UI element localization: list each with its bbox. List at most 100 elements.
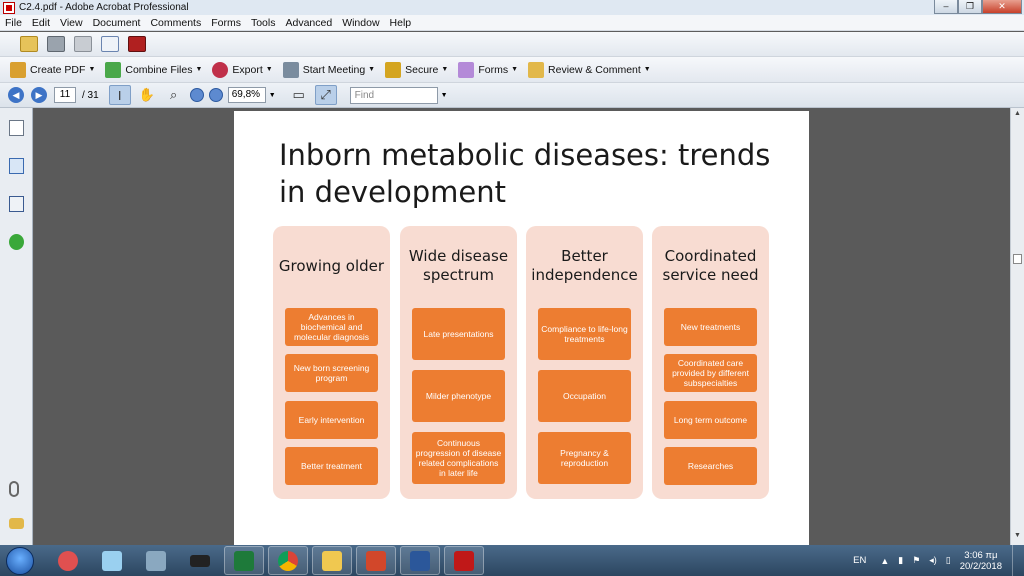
list-item: Long term outcome [664,401,757,439]
show-hidden-icons-icon[interactable]: ▲ [880,556,889,566]
menu-advanced[interactable]: Advanced [280,17,337,29]
menu-file[interactable]: File [0,17,27,29]
save-icon[interactable] [74,36,92,52]
fit-width-icon[interactable]: ⤢ [314,85,337,105]
menu-edit[interactable]: Edit [27,17,55,29]
open-folder-icon[interactable] [20,36,38,52]
export-icon [212,61,229,78]
email-icon[interactable] [101,36,119,52]
comments-icon[interactable] [9,518,24,529]
previous-page-icon[interactable]: ◀ [8,87,24,103]
menu-view[interactable]: View [55,17,88,29]
clock-time: 3:06 πμ [964,549,998,561]
menu-tools[interactable]: Tools [246,17,281,29]
minimize-button[interactable]: – [934,0,958,14]
page-number-input[interactable]: 11 [54,87,76,103]
chevron-down-icon: ▼ [195,66,203,73]
show-desktop-button[interactable] [1012,545,1024,576]
help-icon[interactable] [9,234,24,250]
menu-comments[interactable]: Comments [145,17,206,29]
taskbar-word[interactable] [400,546,440,575]
restore-button[interactable]: ❐ [958,0,982,14]
taskbar-app[interactable] [48,546,88,575]
select-tool-icon[interactable]: I [108,85,131,105]
taskbar-explorer[interactable] [312,546,352,575]
app-icon [58,550,78,571]
send-icon[interactable] [128,36,146,52]
powerpoint-icon [366,550,386,571]
zoom-level-input[interactable]: 69,8% [227,87,266,103]
column-heading: Better independence [531,247,638,284]
menu-help[interactable]: Help [385,17,417,29]
column-better-independence: Better independence Compliance to life-l… [526,226,643,499]
windows-taskbar: EN ▲ ▮ ⚑ ◂) ▯ 3:06 πμ 20/2/2018 [0,545,1024,576]
menu-bar: File Edit View Document Comments Forms T… [0,15,1024,31]
chevron-down-icon: ▼ [511,66,519,73]
lock-icon [385,61,402,78]
find-dropdown-icon[interactable]: ▼ [441,92,448,99]
chevron-down-icon: ▼ [368,66,376,73]
forms-button[interactable]: Forms ▼ [458,61,519,78]
vertical-scrollbar[interactable]: ▲ ▼ [1010,108,1024,545]
review-comment-icon [528,61,545,78]
pdf-page: Inborn metabolic diseases: trends in dev… [234,111,809,545]
list-item: Compliance to life-long treatments [538,308,631,360]
battery-icon[interactable]: ▯ [946,555,951,566]
secure-button[interactable]: Secure ▼ [385,61,448,78]
menu-window[interactable]: Window [337,17,384,29]
list-item: Late presentations [412,308,505,360]
taskbar-app[interactable] [92,546,132,575]
taskbar-acrobat[interactable] [444,546,484,575]
find-input[interactable]: Find [349,86,438,104]
start-button[interactable] [6,546,34,575]
bookmarks-icon[interactable] [9,158,24,174]
forms-label: Forms [478,63,509,76]
fit-page-icon[interactable]: ▭ [288,85,310,105]
scroll-down-icon[interactable]: ▼ [1013,532,1022,541]
taskbar-excel[interactable] [224,546,264,575]
next-page-icon[interactable]: ▶ [31,87,47,103]
list-item: Early intervention [285,401,378,439]
clock[interactable]: 3:06 πμ 20/2/2018 [960,550,1002,572]
app-icon [146,550,166,571]
menu-document[interactable]: Document [88,17,146,29]
start-meeting-button[interactable]: Start Meeting ▼ [282,61,376,78]
combine-files-button[interactable]: Combine Files ▼ [105,61,203,78]
zoom-out-icon[interactable] [189,88,204,102]
column-coordinated-service-need: Coordinated service need New treatments … [652,226,769,499]
hand-tool-icon[interactable]: ✋ [136,85,158,105]
taskbar-app[interactable] [136,546,176,575]
close-button[interactable]: ✕ [982,0,1022,14]
page-count: / 31 [82,89,99,101]
action-center-icon[interactable]: ⚑ [912,555,920,566]
taskbar-app[interactable] [180,546,220,575]
attachments-icon[interactable] [9,481,19,497]
navigation-toolbar: ◀ ▶ 11 / 31 I ✋ ⌕ 69,8% ▼ ▭ ⤢ Find ▼ [0,83,1024,108]
scroll-thumb[interactable] [1013,254,1022,264]
menu-forms[interactable]: Forms [206,17,246,29]
zoom-tool-icon[interactable]: ⌕ [163,85,185,105]
export-label: Export [232,63,263,76]
create-pdf-button[interactable]: Create PDF ▼ [10,61,95,78]
taskbar-chrome[interactable] [268,546,308,575]
signatures-icon[interactable] [9,196,24,212]
network-icon[interactable]: ▮ [898,555,903,566]
export-button[interactable]: Export ▼ [212,61,273,78]
zoom-in-icon[interactable] [208,88,223,102]
language-indicator[interactable]: EN [853,555,866,566]
navigation-pane [0,108,33,545]
list-item: Pregnancy & reproduction [538,432,631,484]
review-comment-label: Review & Comment [548,63,641,76]
pages-icon[interactable] [9,120,24,136]
window-titlebar: C2.4.pdf - Adobe Acrobat Professional – … [0,0,1024,15]
review-comment-button[interactable]: Review & Comment ▼ [528,61,651,78]
create-pdf-icon [10,61,26,78]
print-icon[interactable] [47,36,65,52]
zoom-dropdown-icon[interactable]: ▼ [269,92,276,99]
list-item: New born screening program [285,354,378,392]
chevron-down-icon: ▼ [265,66,273,73]
scroll-up-icon[interactable]: ▲ [1013,110,1022,119]
volume-icon[interactable]: ◂) [929,555,937,566]
app-icon [102,550,122,571]
taskbar-powerpoint[interactable] [356,546,396,575]
